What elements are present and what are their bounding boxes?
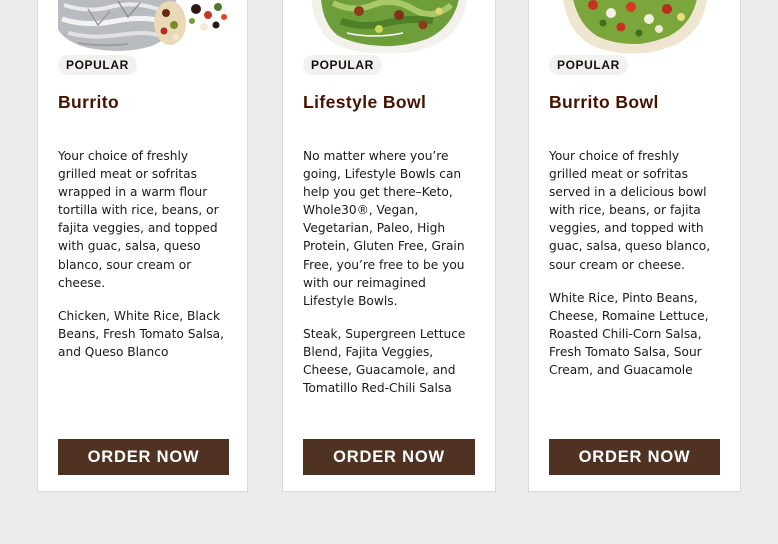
order-now-button[interactable]: ORDER NOW — [549, 439, 720, 475]
popular-badge: POPULAR — [58, 55, 137, 75]
order-now-button[interactable]: ORDER NOW — [58, 439, 229, 475]
card-title[interactable]: Burrito Bowl — [549, 91, 659, 113]
card-description: Your choice of freshly grilled meat or s… — [549, 149, 711, 272]
card-description: Your choice of freshly grilled meat or s… — [58, 149, 219, 290]
card-ingredients: Chicken, White Rice, Black Beans, Fresh … — [58, 309, 225, 360]
card-ingredients: White Rice, Pinto Beans, Cheese, Romaine… — [549, 291, 709, 378]
popular-badge: POPULAR — [549, 55, 628, 75]
menu-card-lifestyle-bowl: POPULAR Lifestyle Bowl No matter where y… — [282, 0, 496, 492]
card-ingredients: Steak, Supergreen Lettuce Blend, Fajita … — [303, 327, 466, 396]
card-description: No matter where you’re going, Lifestyle … — [303, 149, 465, 308]
popular-badge: POPULAR — [303, 55, 382, 75]
burrito-bowl-image[interactable] — [549, 0, 721, 53]
burrito-image[interactable] — [58, 0, 230, 53]
menu-card-burrito-bowl: POPULAR Burrito Bowl Your choice of fres… — [528, 0, 741, 492]
card-title[interactable]: Lifestyle Bowl — [303, 91, 426, 113]
card-title[interactable]: Burrito — [58, 91, 119, 113]
menu-card-burrito: POPULAR Burrito Your choice of freshly g… — [37, 0, 248, 492]
order-now-button[interactable]: ORDER NOW — [303, 439, 475, 475]
lifestyle-bowl-image[interactable] — [303, 0, 475, 53]
